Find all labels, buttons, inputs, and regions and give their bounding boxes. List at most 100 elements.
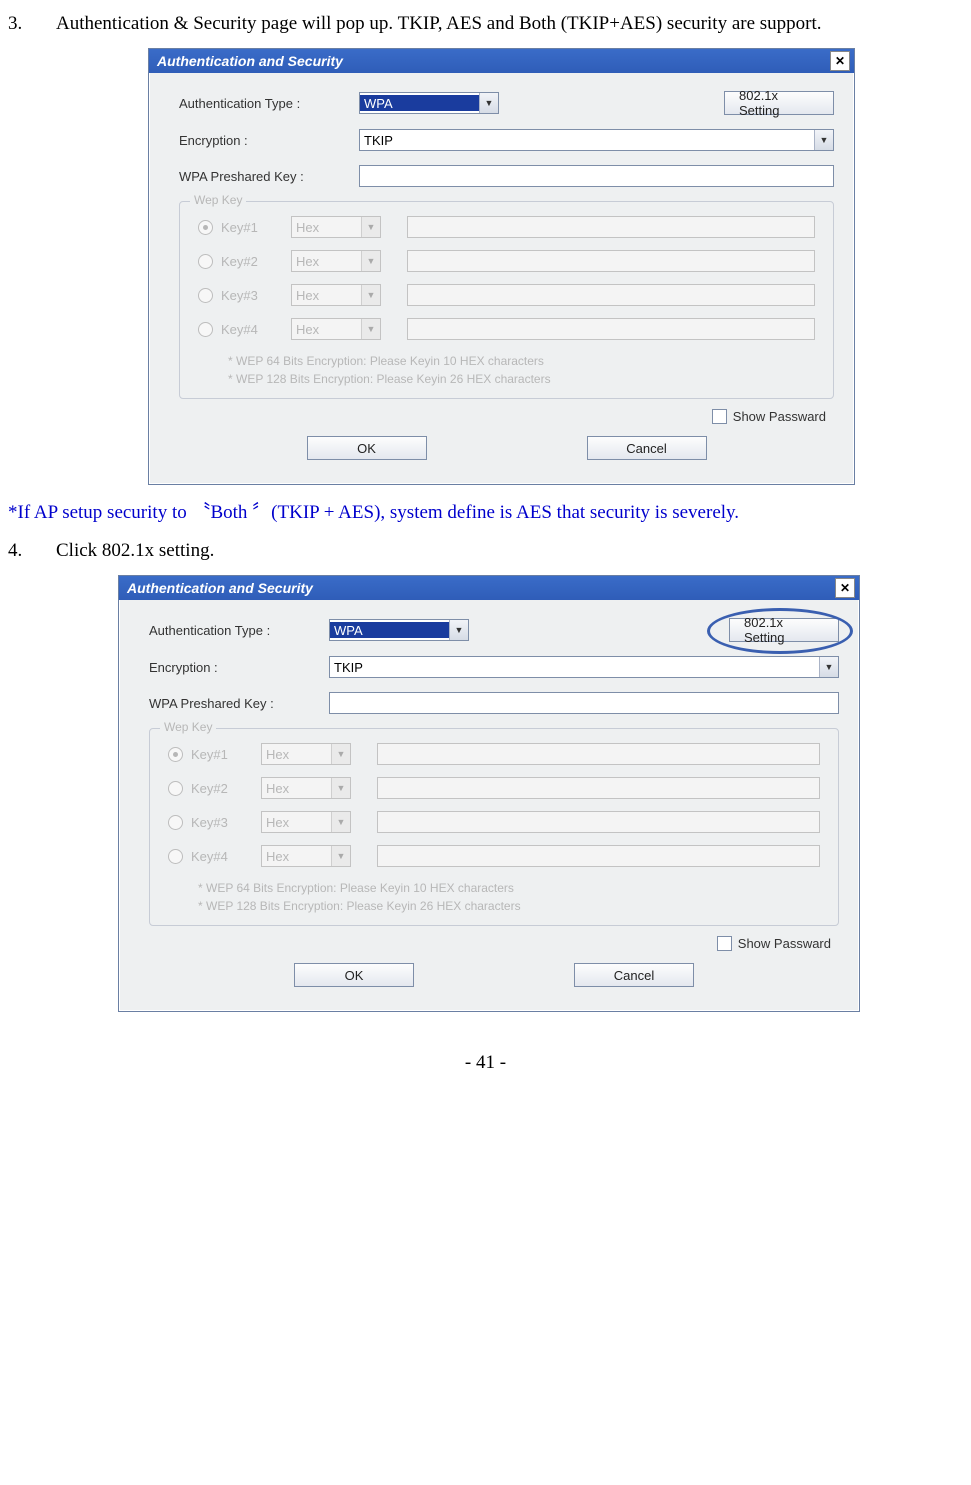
- wep-key-input: [407, 216, 815, 238]
- wep-format-select: Hex▼: [291, 318, 381, 340]
- list-item-3: 3. Authentication & Security page will p…: [8, 6, 963, 42]
- psk-input[interactable]: [359, 165, 834, 187]
- close-button[interactable]: ✕: [835, 578, 855, 598]
- screenshot-1: Authentication and Security ✕ Authentica…: [148, 48, 963, 485]
- show-password-label: Show Passward: [738, 936, 831, 951]
- wep-key-label: Key#2: [191, 781, 261, 796]
- wep-key-input: [377, 743, 820, 765]
- wep-format-select: Hex▼: [261, 743, 351, 765]
- radio-icon: [198, 220, 213, 235]
- wep-format-select: Hex▼: [291, 216, 381, 238]
- auth-type-label: Authentication Type :: [149, 623, 329, 638]
- radio-icon: [198, 288, 213, 303]
- chevron-down-icon: ▼: [814, 130, 833, 150]
- encryption-select[interactable]: TKIP ▼: [359, 129, 834, 151]
- wep-row-2: Key#2 Hex▼: [168, 777, 820, 799]
- dialog-titlebar: Authentication and Security ✕: [149, 49, 854, 73]
- psk-input[interactable]: [329, 692, 839, 714]
- list-text: Click 802.1x setting.: [56, 533, 214, 569]
- auth-security-dialog-2: Authentication and Security ✕ Authentica…: [118, 575, 860, 1012]
- 8021x-setting-button[interactable]: 802.1x Setting: [724, 91, 834, 115]
- chevron-down-icon: ▼: [361, 285, 380, 305]
- wep-row-2: Key#2 Hex▼: [198, 250, 815, 272]
- screenshot-2: Authentication and Security ✕ Authentica…: [118, 575, 963, 1012]
- auth-type-select[interactable]: WPA ▼: [359, 92, 499, 114]
- radio-icon: [168, 815, 183, 830]
- chevron-down-icon: ▼: [361, 319, 380, 339]
- wep-format-select: Hex▼: [261, 845, 351, 867]
- wep-legend: Wep Key: [190, 193, 246, 207]
- auth-type-value: WPA: [330, 622, 449, 638]
- radio-icon: [168, 747, 183, 762]
- chevron-down-icon: ▼: [331, 778, 350, 798]
- wep-key-label: Key#3: [221, 288, 291, 303]
- dialog-title: Authentication and Security: [127, 580, 313, 596]
- wep-key-label: Key#2: [221, 254, 291, 269]
- list-text: Authentication & Security page will pop …: [56, 6, 822, 42]
- wep-key-input: [407, 250, 815, 272]
- wep-hint-2: * WEP 128 Bits Encryption: Please Keyin …: [198, 897, 820, 915]
- ok-button[interactable]: OK: [294, 963, 414, 987]
- wep-hint-1: * WEP 64 Bits Encryption: Please Keyin 1…: [198, 879, 820, 897]
- dialog-titlebar: Authentication and Security ✕: [119, 576, 859, 600]
- wep-row-3: Key#3 Hex▼: [168, 811, 820, 833]
- wep-key-input: [377, 777, 820, 799]
- encryption-select[interactable]: TKIP ▼: [329, 656, 839, 678]
- ok-button[interactable]: OK: [307, 436, 427, 460]
- show-password-checkbox[interactable]: [717, 936, 732, 951]
- wep-row-3: Key#3 Hex▼: [198, 284, 815, 306]
- close-button[interactable]: ✕: [830, 51, 850, 71]
- dialog-title: Authentication and Security: [157, 53, 343, 69]
- wep-row-1: Key#1 Hex▼: [168, 743, 820, 765]
- auth-type-select[interactable]: WPA ▼: [329, 619, 469, 641]
- page-number: - 41 -: [8, 1052, 963, 1074]
- wep-format-select: Hex▼: [261, 811, 351, 833]
- wep-key-input: [377, 811, 820, 833]
- chevron-down-icon: ▼: [331, 744, 350, 764]
- wep-key-label: Key#1: [221, 220, 291, 235]
- wep-key-fieldset: Wep Key Key#1 Hex▼ Key#2 Hex▼ Key#3 Hex▼: [149, 728, 839, 926]
- wep-key-label: Key#4: [221, 322, 291, 337]
- wep-key-input: [407, 284, 815, 306]
- cancel-button[interactable]: Cancel: [574, 963, 694, 987]
- wep-hint-2: * WEP 128 Bits Encryption: Please Keyin …: [228, 370, 815, 388]
- wep-key-label: Key#3: [191, 815, 261, 830]
- wep-key-input: [377, 845, 820, 867]
- radio-icon: [198, 254, 213, 269]
- encryption-value: TKIP: [330, 659, 819, 675]
- show-password-label: Show Passward: [733, 409, 826, 424]
- note-text: *If AP setup security to 〝Both 〞(TKIP + …: [8, 495, 963, 531]
- wep-key-label: Key#1: [191, 747, 261, 762]
- psk-label: WPA Preshared Key :: [149, 696, 329, 711]
- encryption-value: TKIP: [360, 132, 814, 148]
- radio-icon: [168, 781, 183, 796]
- chevron-down-icon: ▼: [331, 846, 350, 866]
- list-number: 4.: [8, 533, 56, 569]
- auth-type-label: Authentication Type :: [179, 96, 359, 111]
- wep-key-label: Key#4: [191, 849, 261, 864]
- wep-format-select: Hex▼: [291, 284, 381, 306]
- show-password-checkbox[interactable]: [712, 409, 727, 424]
- wep-hint-1: * WEP 64 Bits Encryption: Please Keyin 1…: [228, 352, 815, 370]
- 8021x-setting-button[interactable]: 802.1x Setting: [729, 618, 839, 642]
- wep-row-4: Key#4 Hex▼: [168, 845, 820, 867]
- wep-key-fieldset: Wep Key Key#1 Hex▼ Key#2 Hex▼ Key#3 Hex▼: [179, 201, 834, 399]
- wep-format-select: Hex▼: [291, 250, 381, 272]
- wep-row-4: Key#4 Hex▼: [198, 318, 815, 340]
- psk-label: WPA Preshared Key :: [179, 169, 359, 184]
- chevron-down-icon: ▼: [479, 93, 498, 113]
- chevron-down-icon: ▼: [449, 620, 468, 640]
- encryption-label: Encryption :: [149, 660, 329, 675]
- list-number: 3.: [8, 6, 56, 42]
- wep-key-input: [407, 318, 815, 340]
- chevron-down-icon: ▼: [361, 217, 380, 237]
- chevron-down-icon: ▼: [331, 812, 350, 832]
- cancel-button[interactable]: Cancel: [587, 436, 707, 460]
- auth-security-dialog: Authentication and Security ✕ Authentica…: [148, 48, 855, 485]
- chevron-down-icon: ▼: [361, 251, 380, 271]
- wep-legend: Wep Key: [160, 720, 216, 734]
- encryption-label: Encryption :: [179, 133, 359, 148]
- chevron-down-icon: ▼: [819, 657, 838, 677]
- wep-row-1: Key#1 Hex▼: [198, 216, 815, 238]
- auth-type-value: WPA: [360, 95, 479, 111]
